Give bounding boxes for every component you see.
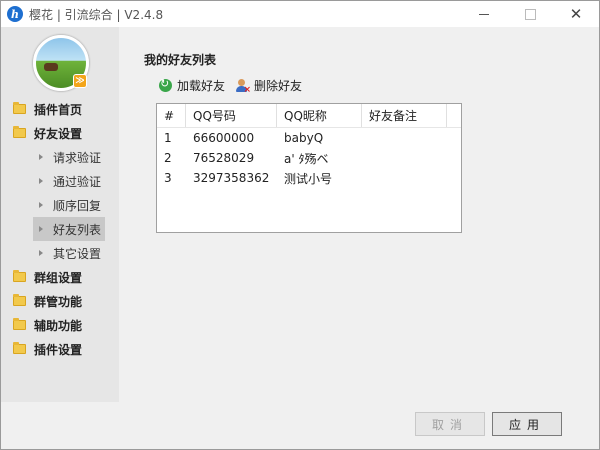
triangle-right-icon	[39, 178, 43, 184]
table-cell	[362, 168, 447, 188]
sidebar-item-sequential-reply[interactable]: 顺序回复	[1, 193, 119, 217]
friend-table[interactable]: # QQ号码 QQ昵称 好友备注 1 66600000 babyQ 2 7652…	[156, 103, 462, 233]
sidebar: ≫ 插件首页 好友设置 请求验证 通过验证 顺序回复 好友列表 其它设置 群组设…	[1, 27, 119, 402]
load-friends-button[interactable]: 加载好友	[159, 77, 225, 94]
table-row[interactable]: 1 66600000 babyQ	[157, 128, 461, 148]
table-cell: 3297358362	[193, 171, 270, 185]
table-cell: 1	[164, 131, 172, 145]
folder-icon	[13, 342, 26, 354]
sidebar-item-request-verify[interactable]: 请求验证	[1, 145, 119, 169]
folder-icon	[13, 102, 26, 114]
sidebar-item-friend-settings[interactable]: 好友设置	[1, 121, 119, 145]
apply-button[interactable]: 应用	[492, 412, 562, 436]
sidebar-item-plugin-home[interactable]: 插件首页	[1, 97, 119, 121]
delete-user-icon: ×	[235, 78, 251, 95]
column-header-index[interactable]: #	[157, 104, 186, 127]
toolbar: 加载好友 × 删除好友	[159, 77, 312, 95]
sidebar-item-label: 请求验证	[53, 150, 102, 165]
delete-friend-label: 删除好友	[254, 79, 303, 93]
sidebar-item-label: 群组设置	[34, 270, 83, 285]
column-header-friend-remark[interactable]: 好友备注	[362, 104, 447, 127]
folder-icon	[13, 294, 26, 306]
sidebar-item-friend-list[interactable]: 好友列表	[33, 217, 105, 241]
vip-badge-icon: ≫	[73, 74, 87, 88]
table-cell: 2	[164, 151, 172, 165]
maximize-button[interactable]	[507, 1, 553, 27]
table-header: # QQ号码 QQ昵称 好友备注	[157, 104, 461, 128]
sidebar-item-label: 群管功能	[34, 294, 83, 309]
window-title: 樱花 | 引流综合 | V2.4.8	[29, 7, 164, 22]
folder-icon	[13, 126, 26, 138]
main-content: 我的好友列表 加载好友 × 删除好友 # QQ号码 QQ昵称 好友备注 1	[119, 27, 599, 402]
sidebar-item-label: 辅助功能	[34, 318, 83, 333]
window-controls: ✕	[461, 1, 599, 27]
table-row[interactable]: 3 3297358362 测试小号	[157, 168, 461, 188]
sidebar-item-other-settings[interactable]: 其它设置	[1, 241, 119, 265]
sidebar-item-label: 通过验证	[53, 174, 102, 189]
app-logo-icon: h	[7, 6, 23, 22]
load-friends-label: 加载好友	[177, 79, 226, 93]
table-cell	[362, 148, 447, 168]
sidebar-item-label: 好友设置	[34, 126, 83, 141]
sidebar-item-group-settings[interactable]: 群组设置	[1, 265, 119, 289]
cancel-button[interactable]: 取消	[415, 412, 485, 436]
sidebar-item-label: 顺序回复	[53, 198, 102, 213]
sidebar-item-plugin-settings[interactable]: 插件设置	[1, 337, 119, 361]
table-cell: 66600000	[193, 131, 255, 145]
close-button[interactable]: ✕	[553, 1, 599, 27]
triangle-right-icon	[39, 250, 43, 256]
sidebar-item-pass-verify[interactable]: 通过验证	[1, 169, 119, 193]
minimize-button[interactable]	[461, 1, 507, 27]
sidebar-item-label: 好友列表	[53, 222, 102, 237]
column-header-qq-number[interactable]: QQ号码	[186, 104, 277, 127]
sidebar-item-group-management[interactable]: 群管功能	[1, 289, 119, 313]
folder-icon	[13, 270, 26, 282]
folder-icon	[13, 318, 26, 330]
app-window: h 樱花 | 引流综合 | V2.4.8 ✕ ≫ 插件首页 好友设置 请求验证	[0, 0, 600, 450]
triangle-right-icon	[39, 226, 43, 232]
table-cell	[362, 128, 447, 148]
table-cell: 测试小号	[284, 171, 333, 186]
title-bar: h 樱花 | 引流综合 | V2.4.8 ✕	[1, 1, 599, 27]
table-cell: a' ﾀ殇ベ	[284, 151, 329, 166]
sidebar-item-helper-functions[interactable]: 辅助功能	[1, 313, 119, 337]
table-cell: babyQ	[284, 131, 324, 145]
avatar-image	[44, 63, 58, 71]
delete-friend-button[interactable]: × 删除好友	[235, 77, 303, 95]
reload-icon	[159, 77, 172, 92]
triangle-right-icon	[39, 154, 43, 160]
sidebar-nav: 插件首页 好友设置 请求验证 通过验证 顺序回复 好友列表 其它设置 群组设置 …	[1, 97, 119, 361]
sidebar-item-label: 插件首页	[34, 102, 83, 117]
triangle-right-icon	[39, 202, 43, 208]
column-header-qq-nickname[interactable]: QQ昵称	[277, 104, 362, 127]
sidebar-item-label: 其它设置	[53, 246, 102, 261]
page-title: 我的好友列表	[144, 53, 217, 67]
table-cell: 3	[164, 171, 172, 185]
sidebar-item-label: 插件设置	[34, 342, 83, 357]
table-cell: 76528029	[193, 151, 255, 165]
table-row[interactable]: 2 76528029 a' ﾀ殇ベ	[157, 148, 461, 168]
